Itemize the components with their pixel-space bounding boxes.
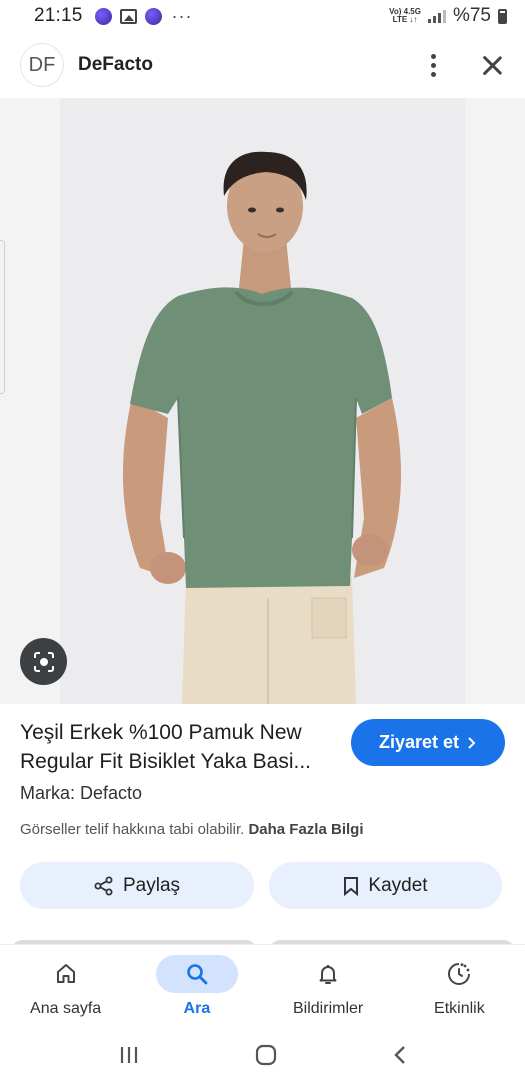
nav-search-label: Ara: [183, 1000, 211, 1017]
save-button[interactable]: Kaydet: [269, 862, 502, 909]
nav-notifications[interactable]: Bildirimler: [263, 945, 394, 1030]
share-icon: [94, 876, 113, 895]
system-status: Vo) 4.5G LTE ↓↑ %75: [389, 5, 507, 27]
bottom-navigation: Ana sayfa Ara Bildirimler Etkinlik: [0, 944, 525, 1030]
activity-icon: [448, 963, 471, 985]
status-bar: 21:15 ··· Vo) 4.5G LTE ↓↑ %75: [0, 0, 525, 32]
save-label: Kaydet: [368, 874, 428, 896]
network-indicator: Vo) 4.5G LTE ↓↑: [389, 7, 421, 24]
brand-label: Marka: Defacto: [20, 783, 143, 803]
more-notifications-icon: ···: [171, 5, 193, 26]
nav-home[interactable]: Ana sayfa: [0, 945, 131, 1030]
app-notification-icon: [144, 7, 162, 25]
nav-activity[interactable]: Etkinlik: [394, 945, 525, 1030]
more-options-icon[interactable]: [423, 53, 443, 77]
gallery-icon: [119, 8, 137, 24]
visit-button[interactable]: Ziyaret et: [351, 719, 505, 766]
home-icon: [56, 964, 75, 983]
status-time: 21:15: [34, 5, 83, 26]
nav-activity-label: Etkinlik: [434, 1000, 485, 1017]
battery-percentage: %75: [452, 5, 491, 26]
recent-apps-icon[interactable]: [117, 1044, 141, 1066]
share-button[interactable]: Paylaş: [20, 862, 254, 909]
share-label: Paylaş: [122, 874, 181, 896]
nav-notifications-label: Bildirimler: [293, 1000, 364, 1017]
shirt: [130, 287, 392, 588]
visit-button-label: Ziyaret et: [378, 732, 460, 752]
close-icon[interactable]: [481, 54, 503, 76]
nav-search[interactable]: Ara: [131, 945, 262, 1030]
product-image[interactable]: [0, 98, 525, 704]
app-notification-icon: [94, 7, 112, 25]
battery-icon: [498, 8, 507, 24]
lens-search-button[interactable]: [20, 638, 67, 685]
home-button-icon[interactable]: [254, 1043, 278, 1067]
app-header: DF DeFacto: [0, 34, 525, 96]
site-logo: DF: [20, 43, 64, 87]
bookmark-icon: [344, 876, 359, 896]
site-name[interactable]: DeFacto: [78, 54, 153, 76]
lens-icon: [33, 651, 54, 672]
notification-icons: ···: [94, 5, 193, 27]
more-info-link[interactable]: Daha Fazla Bilgi: [248, 821, 363, 838]
nav-home-label: Ana sayfa: [30, 1000, 102, 1017]
product-title[interactable]: Yeşil Erkek %100 Pamuk New Regular Fit B…: [20, 718, 340, 776]
search-icon: [187, 964, 208, 985]
copyright-notice: Görseller telif hakkına tabi olabilir. D…: [20, 821, 364, 838]
bell-icon: [319, 965, 337, 984]
side-panel-handle[interactable]: [0, 240, 5, 394]
product-photo: [122, 151, 402, 704]
system-navigation: [0, 1030, 525, 1080]
signal-icon: [427, 9, 446, 23]
back-icon[interactable]: [392, 1044, 408, 1066]
chevron-right-icon: [468, 736, 476, 749]
